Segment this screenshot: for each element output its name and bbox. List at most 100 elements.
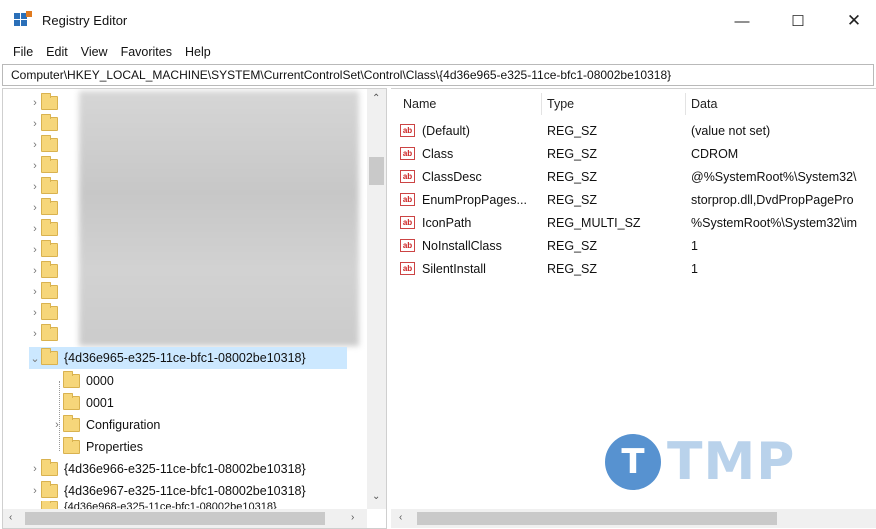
menu-file[interactable]: File <box>13 45 33 59</box>
string-value-icon: ab <box>400 239 415 252</box>
value-type: REG_SZ <box>547 147 598 161</box>
registry-editor-icon <box>14 11 32 26</box>
chevron-right-icon[interactable]: › <box>29 118 41 130</box>
folder-icon <box>41 481 58 498</box>
string-value-icon: ab <box>400 170 415 183</box>
menu-help[interactable]: Help <box>185 45 211 59</box>
folder-icon <box>41 261 58 278</box>
tree-item-sibling[interactable]: › {4d36e967-e325-11ce-bfc1-08002be10318} <box>29 480 306 502</box>
tree-item-hidden[interactable]: › <box>29 92 64 114</box>
scroll-right-arrow-icon[interactable]: › <box>351 512 354 523</box>
value-data: storprop.dll,DvdPropPagePro <box>691 193 854 207</box>
chevron-right-icon[interactable]: › <box>29 139 41 151</box>
string-value-icon: ab <box>400 262 415 275</box>
folder-icon <box>63 437 80 454</box>
value-row[interactable]: ab NoInstallClass REG_SZ 1 <box>391 235 876 257</box>
value-data: %SystemRoot%\System32\im <box>691 216 858 230</box>
chevron-right-icon[interactable]: › <box>29 328 41 340</box>
scroll-thumb[interactable] <box>417 512 777 525</box>
chevron-right-icon[interactable]: › <box>29 160 41 172</box>
key-tree-pane[interactable]: › › › › › › › › › › › › ⌄ {4d36e965-e325-11ce-bfc1-… <box>2 88 387 529</box>
menu-view[interactable]: View <box>81 45 108 59</box>
column-header-data[interactable]: Data <box>691 97 717 111</box>
value-data: (value not set) <box>691 124 771 138</box>
tree-item-hidden[interactable]: › <box>29 260 64 282</box>
column-divider[interactable] <box>685 93 686 115</box>
column-header-type[interactable]: Type <box>547 97 574 111</box>
scroll-up-arrow-icon[interactable]: ⌃ <box>372 93 380 104</box>
watermark-logo: T TMP <box>605 432 795 492</box>
tree-item-sibling[interactable]: › {4d36e966-e325-11ce-bfc1-08002be10318} <box>29 458 306 480</box>
menu-edit[interactable]: Edit <box>46 45 68 59</box>
scroll-down-arrow-icon[interactable]: ⌄ <box>372 491 380 502</box>
tree-item-hidden[interactable]: › <box>29 281 64 303</box>
tree-item-hidden[interactable]: › <box>29 155 64 177</box>
minimize-button[interactable]: — <box>722 8 762 34</box>
tree-horizontal-scrollbar[interactable]: ‹ › <box>3 509 367 528</box>
value-type: REG_SZ <box>547 170 598 184</box>
value-type: REG_SZ <box>547 262 598 276</box>
value-row[interactable]: ab EnumPropPages... REG_SZ storprop.dll,Dvd… <box>391 189 876 211</box>
value-type: REG_MULTI_SZ <box>547 216 641 230</box>
tree-item-label: {4d36e966-e325-11ce-bfc1-08002be10318} <box>64 462 306 476</box>
chevron-right-icon[interactable]: › <box>29 463 41 475</box>
tree-item-selected-key[interactable]: ⌄ {4d36e965-e325-11ce-bfc1-08002be10318} <box>29 347 347 369</box>
tree-vertical-scrollbar[interactable]: ⌃ ⌄ <box>367 89 386 509</box>
tree-item-hidden[interactable]: › <box>29 113 64 135</box>
tree-item-configuration[interactable]: › Configuration <box>51 414 160 436</box>
menu-favorites[interactable]: Favorites <box>121 45 172 59</box>
tree-item-hidden[interactable]: › <box>29 134 64 156</box>
column-divider[interactable] <box>541 93 542 115</box>
watermark-circle-logo: T <box>605 434 661 490</box>
value-row[interactable]: ab ClassDesc REG_SZ @%SystemRoot%\System32\ <box>391 166 876 188</box>
value-name: Class <box>422 147 454 161</box>
tree-item-label: Configuration <box>86 418 161 432</box>
chevron-right-icon[interactable]: › <box>29 286 41 298</box>
value-name: SilentInstall <box>422 262 486 276</box>
value-name: ClassDesc <box>422 170 482 184</box>
value-row[interactable]: ab IconPath REG_MULTI_SZ %SystemRoot%\Syste… <box>391 212 876 234</box>
tree-item-hidden[interactable]: › <box>29 323 64 345</box>
tree-item-hidden[interactable]: › <box>29 302 64 324</box>
chevron-right-icon[interactable]: › <box>29 202 41 214</box>
value-name: IconPath <box>422 216 472 230</box>
value-row[interactable]: ab Class REG_SZ CDROM <box>391 143 876 165</box>
chevron-right-icon[interactable]: › <box>29 223 41 235</box>
address-bar[interactable]: Computer\HKEY_LOCAL_MACHINE\SYSTEM\Curre… <box>2 64 874 86</box>
scroll-left-arrow-icon[interactable]: ‹ <box>9 512 12 523</box>
folder-icon <box>41 324 58 341</box>
chevron-down-icon[interactable]: ⌄ <box>29 352 41 365</box>
scroll-left-arrow-icon[interactable]: ‹ <box>399 512 402 523</box>
scroll-thumb[interactable] <box>25 512 325 525</box>
chevron-right-icon[interactable]: › <box>51 419 63 431</box>
tree-item-hidden[interactable]: › <box>29 197 64 219</box>
blurred-tree-content <box>79 91 359 346</box>
maximize-button[interactable]: ☐ <box>778 8 818 34</box>
chevron-right-icon[interactable]: › <box>29 265 41 277</box>
column-header-name[interactable]: Name <box>403 97 436 111</box>
value-data: CDROM <box>691 147 739 161</box>
string-value-icon: ab <box>400 193 415 206</box>
value-row[interactable]: ab (Default) REG_SZ (value not set) <box>391 120 876 142</box>
folder-icon <box>41 282 58 299</box>
chevron-right-icon[interactable]: › <box>29 244 41 256</box>
chevron-right-icon[interactable]: › <box>29 307 41 319</box>
value-data: @%SystemRoot%\System32\ <box>691 170 857 184</box>
tree-item-hidden[interactable]: › <box>29 176 64 198</box>
value-row[interactable]: ab SilentInstall REG_SZ 1 <box>391 258 876 280</box>
tree-item-0000[interactable]: 0000 <box>51 370 114 392</box>
folder-icon <box>63 415 80 432</box>
tree-item-hidden[interactable]: › <box>29 218 64 240</box>
folder-icon <box>41 156 58 173</box>
chevron-right-icon[interactable]: › <box>29 181 41 193</box>
values-horizontal-scrollbar[interactable]: ‹ <box>391 509 876 528</box>
tree-item-hidden[interactable]: › <box>29 239 64 261</box>
close-button[interactable]: ✕ <box>834 8 874 34</box>
tree-item-0001[interactable]: 0001 <box>51 392 114 414</box>
chevron-right-icon[interactable]: › <box>29 485 41 497</box>
scroll-thumb[interactable] <box>369 157 384 185</box>
tree-item-properties[interactable]: Properties <box>51 436 143 458</box>
folder-icon <box>41 114 58 131</box>
watermark-text: TMP <box>667 432 796 492</box>
chevron-right-icon[interactable]: › <box>29 97 41 109</box>
